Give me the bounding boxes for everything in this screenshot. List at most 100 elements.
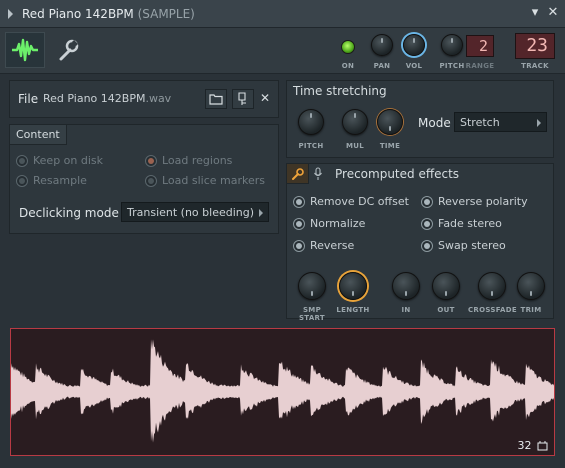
load-icon	[238, 92, 246, 105]
reverse-label: Reverse	[310, 239, 355, 252]
slice-count: 32	[518, 439, 549, 452]
waveform-tab[interactable]	[5, 32, 45, 68]
window-title: Red Piano 142BPM (SAMPLE)	[22, 7, 195, 21]
load-regions-label: Load regions	[162, 154, 233, 167]
waveform-graphic	[11, 339, 554, 443]
close-icon[interactable]: ✕	[545, 5, 561, 21]
waveform-icon	[12, 38, 38, 62]
out-knob[interactable]	[432, 272, 460, 300]
stretch-mul-knob[interactable]	[342, 109, 368, 135]
load-slice-markers-label: Load slice markers	[162, 174, 266, 187]
file-basename: Red Piano 142BPM	[43, 92, 146, 105]
fade-stereo-label: Fade stereo	[438, 217, 502, 230]
file-label: File	[18, 92, 39, 106]
pitch-knob[interactable]	[441, 34, 463, 56]
precomputed-effects-panel: Precomputed effects Remove DC offset Nor…	[286, 163, 554, 322]
file-name[interactable]: Red Piano 142BPM.wav	[43, 92, 171, 105]
radio-dot	[421, 239, 433, 252]
waveform-view[interactable]: 32	[10, 328, 555, 456]
radio-dot	[293, 217, 305, 230]
swap-stereo-label: Swap stereo	[438, 239, 506, 252]
resample-option[interactable]: Resample	[16, 174, 87, 187]
folder-icon	[209, 94, 223, 105]
radio-dot	[145, 154, 157, 167]
chevron-down-icon[interactable]: ▾	[527, 5, 543, 21]
mode-value: Stretch	[460, 116, 500, 129]
in-label: IN	[401, 306, 411, 314]
microphone-icon	[313, 167, 323, 184]
wrench-icon	[59, 39, 79, 61]
keep-on-disk-option[interactable]: Keep on disk	[16, 154, 103, 167]
keep-on-disk-label: Keep on disk	[33, 154, 104, 167]
declicking-mode-label: Declicking mode	[19, 206, 119, 220]
radio-dot	[145, 174, 157, 187]
crossfade-knob[interactable]	[478, 272, 506, 300]
range-display[interactable]: 2	[466, 35, 494, 57]
remove-dc-offset-label: Remove DC offset	[310, 195, 409, 208]
window-menu-icon[interactable]	[8, 9, 13, 19]
stretch-mul-label: MUL	[345, 142, 364, 150]
radio-dot	[16, 154, 28, 167]
out-label: OUT	[437, 306, 455, 314]
precomputed-effects-tab: Precomputed effects	[335, 167, 460, 181]
normalize-label: Normalize	[310, 217, 366, 230]
length-knob[interactable]	[339, 272, 367, 300]
slice-icon	[537, 441, 548, 451]
length-label: LENGTH	[336, 306, 370, 314]
reverse-polarity-label: Reverse polarity	[438, 195, 528, 208]
remove-dc-offset-option[interactable]: Remove DC offset	[293, 195, 409, 208]
stretch-time-label: TIME	[379, 142, 401, 150]
reverse-option[interactable]: Reverse	[293, 239, 354, 252]
clear-sample-button[interactable]: ✕	[254, 89, 276, 109]
content-tab: Content	[10, 125, 67, 145]
time-stretching-panel: Time stretching PITCH MUL TIME Mode Stre…	[286, 80, 554, 158]
on-led-button[interactable]	[341, 40, 355, 54]
reverse-polarity-option[interactable]: Reverse polarity	[421, 195, 528, 208]
stretch-pitch-knob[interactable]	[298, 109, 324, 135]
in-knob[interactable]	[392, 272, 420, 300]
declicking-mode-select[interactable]: Transient (no bleeding)	[121, 202, 269, 222]
mode-select[interactable]: Stretch	[454, 112, 547, 132]
vol-label: VOL	[405, 62, 423, 70]
swap-stereo-option[interactable]: Swap stereo	[421, 239, 506, 252]
radio-dot	[421, 217, 433, 230]
fade-stereo-option[interactable]: Fade stereo	[421, 217, 502, 230]
slice-count-value: 32	[517, 439, 532, 452]
toolbar: ON PAN VOL PITCH 2 RANGE 23 TRACK	[0, 28, 565, 74]
pan-knob[interactable]	[371, 34, 393, 56]
sample-type: (SAMPLE)	[137, 7, 195, 21]
wrench-icon	[292, 168, 304, 180]
load-regions-option[interactable]: Load regions	[145, 154, 232, 167]
load-slice-markers-option[interactable]: Load slice markers	[145, 174, 265, 187]
stretch-pitch-label: PITCH	[298, 142, 324, 150]
chevron-right-icon	[537, 119, 541, 127]
radio-dot	[293, 239, 305, 252]
track-display[interactable]: 23	[515, 33, 555, 59]
trim-knob[interactable]	[517, 272, 545, 300]
precomputed-toggle[interactable]	[287, 164, 309, 184]
title-bar: Red Piano 142BPM (SAMPLE) ▾ ✕	[0, 0, 565, 28]
declicking-mode-value: Transient (no bleeding)	[127, 206, 255, 219]
vol-knob[interactable]	[403, 34, 425, 56]
track-label: TRACK	[521, 62, 549, 70]
file-extension: .wav	[145, 92, 172, 105]
normalize-option[interactable]: Normalize	[293, 217, 365, 230]
radio-dot	[421, 195, 433, 208]
stretch-time-knob[interactable]	[377, 109, 403, 135]
time-stretching-tab: Time stretching	[293, 84, 387, 98]
content-panel: Content Keep on disk Load regions Resamp…	[9, 124, 279, 234]
mode-label: Mode	[418, 116, 451, 130]
smp-start-knob[interactable]	[298, 272, 326, 300]
resample-label: Resample	[33, 174, 87, 187]
radio-dot	[16, 174, 28, 187]
load-sample-button[interactable]	[232, 89, 254, 109]
sample-name: Red Piano 142BPM	[22, 7, 134, 21]
radio-dot	[293, 195, 305, 208]
crossfade-label: CROSSFADE	[468, 306, 517, 314]
chevron-right-icon	[259, 209, 263, 217]
trim-label: TRIM	[520, 306, 542, 314]
browse-folder-button[interactable]	[205, 89, 227, 109]
settings-tab[interactable]	[48, 32, 88, 68]
range-label: RANGE	[465, 62, 495, 70]
file-panel: File Red Piano 142BPM.wav ✕	[9, 80, 279, 118]
